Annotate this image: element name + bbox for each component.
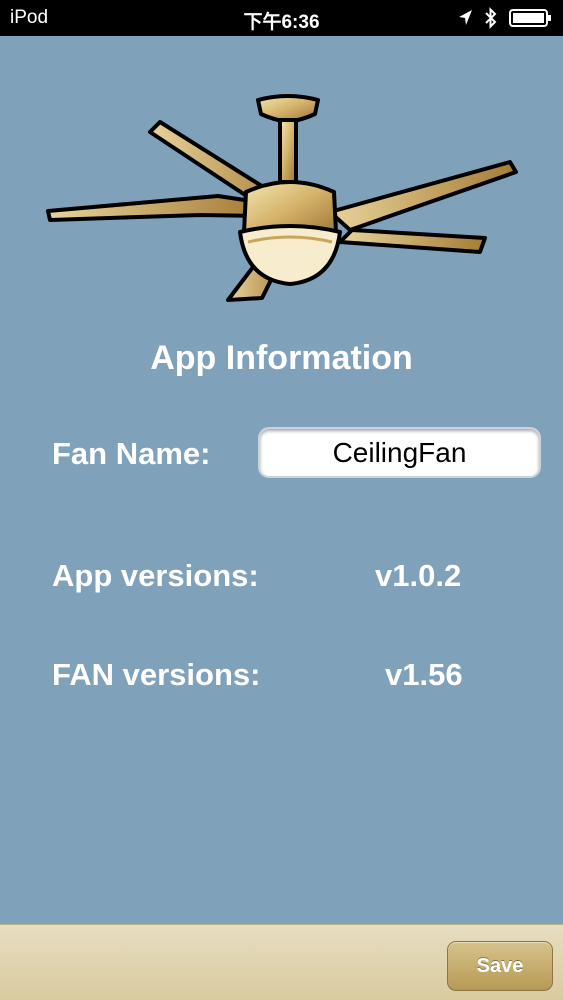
bottom-toolbar: Save xyxy=(0,924,563,1000)
fan-name-input[interactable] xyxy=(258,427,541,478)
fan-versions-value: v1.56 xyxy=(385,657,463,692)
page-title: App Information xyxy=(150,339,413,377)
fan-versions-label: FAN versions: xyxy=(52,657,261,692)
bluetooth-icon xyxy=(485,7,497,29)
status-icons xyxy=(457,6,553,30)
status-bar: iPod 下午6:36 xyxy=(0,0,563,36)
app-info-screen: App Information Fan Name: App versions: … xyxy=(0,36,563,924)
location-arrow-icon xyxy=(459,10,472,25)
fan-name-label: Fan Name: xyxy=(52,436,211,471)
battery-icon xyxy=(509,9,551,27)
app-versions-label: App versions: xyxy=(52,558,259,593)
ceiling-fan-icon xyxy=(46,94,518,302)
save-button[interactable]: Save xyxy=(447,941,553,991)
app-versions-value: v1.0.2 xyxy=(375,558,462,593)
